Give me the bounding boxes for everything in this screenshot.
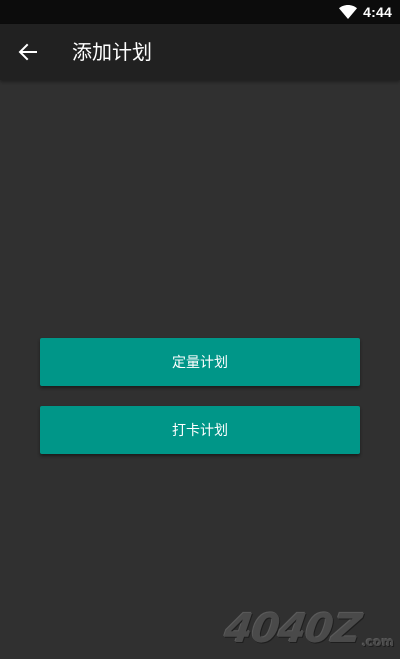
watermark-suffix-text: .com — [361, 635, 394, 649]
arrow-back-icon — [18, 43, 37, 61]
back-button[interactable] — [12, 36, 44, 68]
watermark-logo: 4040Z .com — [222, 606, 394, 652]
page-title: 添加计划 — [72, 40, 152, 64]
wifi-icon — [339, 5, 358, 19]
status-icons: 4:44 — [339, 0, 392, 24]
status-bar: 4:44 — [0, 0, 400, 24]
watermark-main-text: 4040Z — [222, 606, 364, 652]
status-time: 4:44 — [363, 4, 392, 20]
checkin-plan-button[interactable]: 打卡计划 — [40, 406, 360, 454]
add-plan-screen: 4:44 添加计划 定量计划 打卡计划 4040Z .com — [0, 0, 400, 659]
app-bar: 添加计划 — [0, 24, 400, 80]
quantitative-plan-button[interactable]: 定量计划 — [40, 338, 360, 386]
